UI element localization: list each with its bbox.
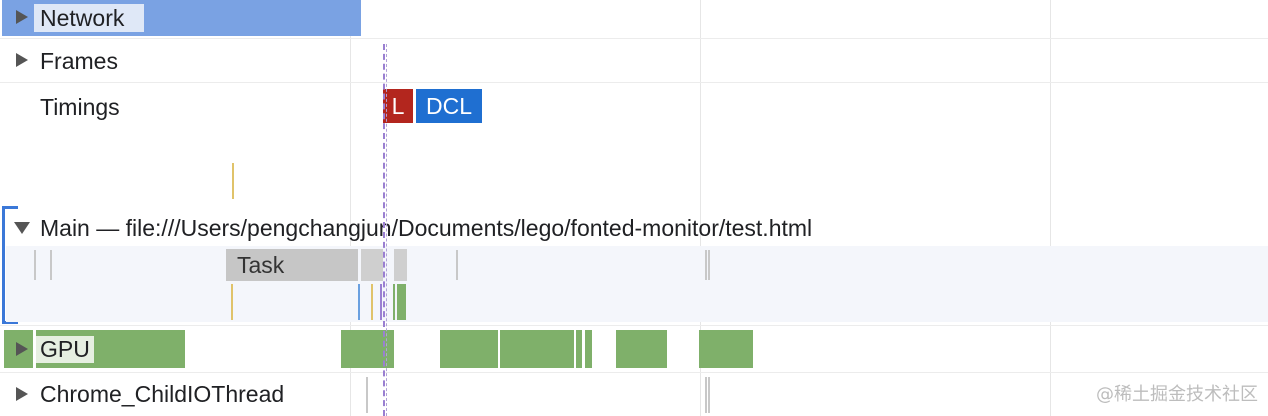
track-label-frames[interactable]: Frames [40,47,118,75]
gpu-bar[interactable] [4,330,185,368]
dcl-timing-line [386,44,387,416]
expand-triangle-icon[interactable] [16,387,28,401]
gpu-bar[interactable] [440,330,498,368]
task-tick [708,377,710,413]
dcl-marker[interactable]: DCL [416,89,482,123]
row-divider [0,38,1268,39]
row-divider [0,372,1268,373]
task-tick [705,250,707,280]
task-bar[interactable] [361,249,383,281]
load-marker[interactable]: L [383,89,413,123]
task-tick [708,250,710,280]
expand-triangle-icon[interactable] [16,53,28,67]
grid-line [1050,0,1051,416]
timing-tick [232,163,234,199]
main-flame-area [6,246,1268,322]
subtask-tick [393,284,395,320]
track-label-main[interactable]: Main — file:///Users/pengchangjun/Docume… [40,214,812,242]
task-bar[interactable]: Task [226,249,358,281]
track-label-network[interactable]: Network [40,4,124,32]
task-label: Task [237,252,285,278]
expand-triangle-icon[interactable] [16,10,28,24]
row-divider [0,325,1268,326]
main-selection-bracket-top [2,206,18,209]
gpu-bar[interactable] [699,330,753,368]
load-timing-line [383,44,385,416]
collapse-triangle-icon[interactable] [14,222,30,234]
subtask-tick [380,284,382,320]
track-label-io-thread[interactable]: Chrome_ChildIOThread [40,380,284,408]
subtask-tick [231,284,233,320]
task-tick [456,250,458,280]
subtask-tick [358,284,360,320]
task-tick [366,377,368,413]
main-selection-bracket [2,206,5,324]
track-label-gpu[interactable]: GPU [40,335,90,363]
watermark: @稀土掘金技术社区 [1096,384,1258,405]
task-bar[interactable] [394,249,407,281]
subtask-tick [397,284,406,320]
gpu-bar[interactable] [616,330,667,368]
task-tick [34,250,36,280]
task-tick [50,250,52,280]
gpu-bar[interactable] [576,330,582,368]
expand-triangle-icon[interactable] [16,342,28,356]
track-label-timings[interactable]: Timings [40,93,120,121]
subtask-tick [371,284,373,320]
row-divider [0,82,1268,83]
gpu-bar[interactable] [500,330,574,368]
gpu-bar[interactable] [585,330,592,368]
task-tick [705,377,707,413]
